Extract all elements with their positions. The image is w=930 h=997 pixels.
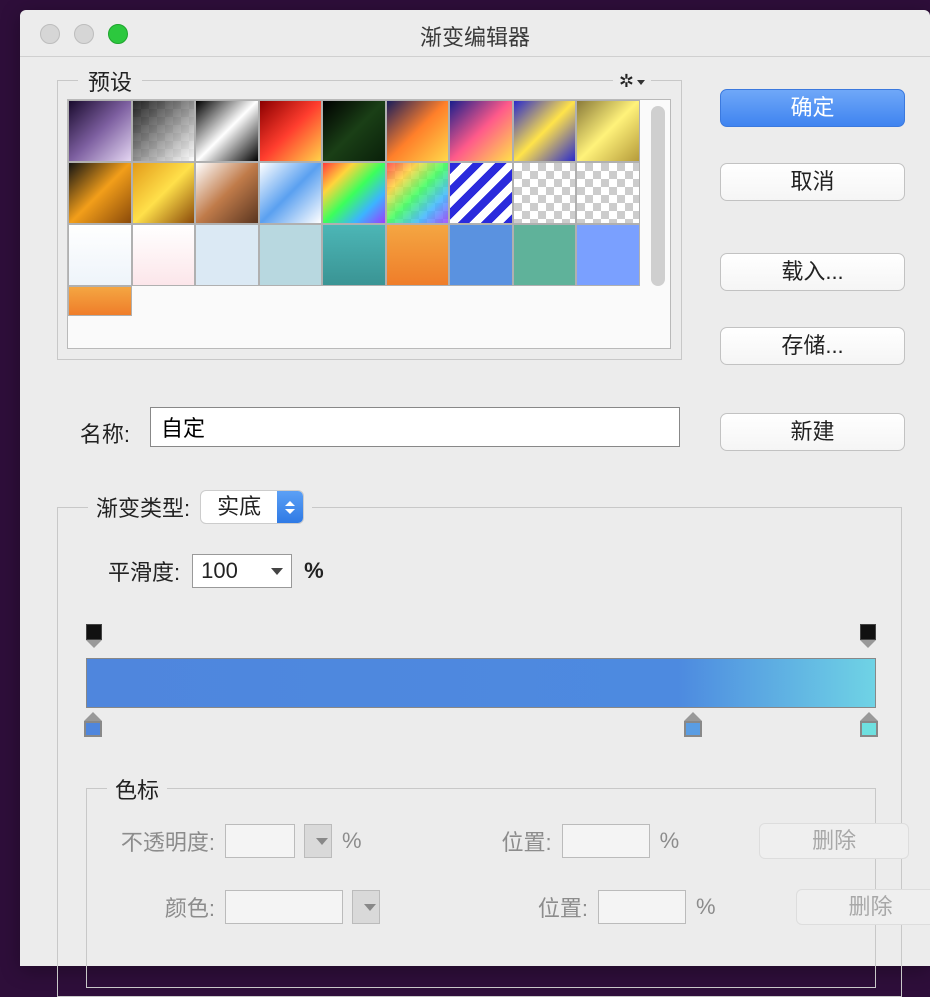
color-swatch-input[interactable] — [225, 890, 343, 924]
opacity-input[interactable] — [225, 824, 295, 858]
opacity-label: 不透明度: — [107, 825, 215, 857]
opacity-stop-right[interactable] — [858, 624, 878, 646]
preset-swatch[interactable] — [259, 100, 323, 162]
opacity-stop-swatch — [860, 624, 876, 640]
preset-swatch[interactable] — [195, 100, 259, 162]
color-position-unit: % — [696, 894, 716, 920]
opacity-stop-left[interactable] — [84, 624, 104, 646]
preset-swatch[interactable] — [449, 162, 513, 224]
opacity-stop-swatch — [86, 624, 102, 640]
name-input[interactable] — [150, 407, 680, 447]
stop-tip-icon — [86, 640, 102, 648]
cancel-button[interactable]: 取消 — [720, 163, 905, 201]
opacity-position-unit: % — [660, 828, 680, 854]
preset-swatch[interactable] — [386, 224, 450, 286]
color-stop-swatch — [684, 721, 702, 737]
preset-swatch[interactable] — [576, 224, 640, 286]
opacity-position-label: 位置: — [492, 825, 552, 857]
opacity-row: 不透明度: % 位置: % 删除 — [107, 823, 909, 859]
window-title: 渐变编辑器 — [20, 20, 930, 52]
delete-opacity-stop-button[interactable]: 删除 — [759, 823, 909, 859]
save-button[interactable]: 存储... — [720, 327, 905, 365]
preset-swatch[interactable] — [449, 224, 513, 286]
delete-color-stop-button[interactable]: 删除 — [796, 889, 930, 925]
smoothness-value: 100 — [201, 558, 238, 584]
chevron-down-icon — [271, 568, 283, 575]
preset-swatch[interactable] — [132, 224, 196, 286]
opacity-position-input[interactable] — [562, 824, 650, 858]
smoothness-input[interactable]: 100 — [192, 554, 292, 588]
preset-swatch[interactable] — [132, 162, 196, 224]
color-position-label: 位置: — [528, 891, 588, 923]
preset-swatch[interactable] — [132, 100, 196, 162]
gradient-legend: 渐变类型: 实底 — [88, 490, 312, 524]
preset-swatch[interactable] — [322, 162, 386, 224]
stop-tip-icon — [684, 712, 702, 721]
preset-swatch[interactable] — [322, 100, 386, 162]
preset-scrollbar[interactable] — [651, 106, 665, 286]
preset-swatch[interactable] — [513, 162, 577, 224]
stops-legend: 色标 — [107, 773, 167, 805]
presets-group: 预设 ✲ — [57, 80, 682, 360]
color-stop-1[interactable] — [82, 712, 104, 738]
gradient-type-select[interactable]: 实底 — [200, 490, 304, 524]
preset-swatch[interactable] — [576, 162, 640, 224]
preset-swatch[interactable] — [68, 224, 132, 286]
smoothness-row: 平滑度: 100 % — [108, 554, 324, 588]
color-stop-2[interactable] — [682, 712, 704, 738]
stops-group: 色标 不透明度: % 位置: % 删除 颜色: 位置: — [86, 788, 876, 988]
preset-swatch[interactable] — [513, 100, 577, 162]
gear-icon[interactable]: ✲ — [613, 71, 651, 92]
stop-tip-icon — [84, 712, 102, 721]
stop-tip-icon — [860, 712, 878, 721]
color-row: 颜色: 位置: % 删除 — [107, 889, 930, 925]
preset-swatch[interactable] — [68, 100, 132, 162]
new-button[interactable]: 新建 — [720, 413, 905, 451]
opacity-unit: % — [342, 828, 362, 854]
preset-swatch[interactable] — [449, 100, 513, 162]
name-label: 名称: — [60, 417, 130, 449]
gradient-type-label: 渐变类型: — [96, 491, 190, 523]
gradient-preview-bar[interactable] — [86, 658, 876, 708]
gradient-group: 渐变类型: 实底 平滑度: 100 % — [57, 507, 902, 997]
smoothness-label: 平滑度: — [108, 555, 180, 587]
preset-swatch[interactable] — [259, 224, 323, 286]
color-stop-swatch — [860, 721, 878, 737]
color-stop-swatch — [84, 721, 102, 737]
color-label: 颜色: — [107, 891, 215, 923]
preset-swatch[interactable] — [386, 100, 450, 162]
preset-swatch[interactable] — [195, 224, 259, 286]
stepper-arrows-icon — [277, 491, 303, 523]
preset-swatch[interactable] — [513, 224, 577, 286]
preset-swatch[interactable] — [195, 162, 259, 224]
presets-legend: 预设 — [78, 65, 142, 97]
preset-swatch-grid — [68, 100, 642, 316]
stop-tip-icon — [860, 640, 876, 648]
client-area: 预设 ✲ 确定 取消 载入... 存储... 新建 名称: 渐变类型: 实底 — [20, 57, 930, 101]
chevron-down-icon — [316, 838, 328, 845]
preset-swatch[interactable] — [322, 224, 386, 286]
gradient-type-value: 实底 — [201, 491, 277, 523]
color-position-input[interactable] — [598, 890, 686, 924]
preset-swatch[interactable] — [68, 286, 132, 316]
titlebar: 渐变编辑器 — [20, 10, 930, 57]
preset-swatch[interactable] — [68, 162, 132, 224]
opacity-dropdown[interactable] — [304, 824, 332, 858]
chevron-down-icon — [364, 904, 376, 911]
load-button[interactable]: 载入... — [720, 253, 905, 291]
ok-button[interactable]: 确定 — [720, 89, 905, 127]
preset-swatch[interactable] — [576, 100, 640, 162]
smoothness-unit: % — [304, 558, 324, 584]
gradient-editor-window: 渐变编辑器 预设 ✲ 确定 取消 载入... 存储... 新建 名称: 渐变类型… — [20, 10, 930, 966]
preset-swatch[interactable] — [259, 162, 323, 224]
preset-swatch[interactable] — [386, 162, 450, 224]
color-dropdown[interactable] — [352, 890, 380, 924]
preset-swatch-area — [67, 99, 671, 349]
color-stop-3[interactable] — [858, 712, 880, 738]
